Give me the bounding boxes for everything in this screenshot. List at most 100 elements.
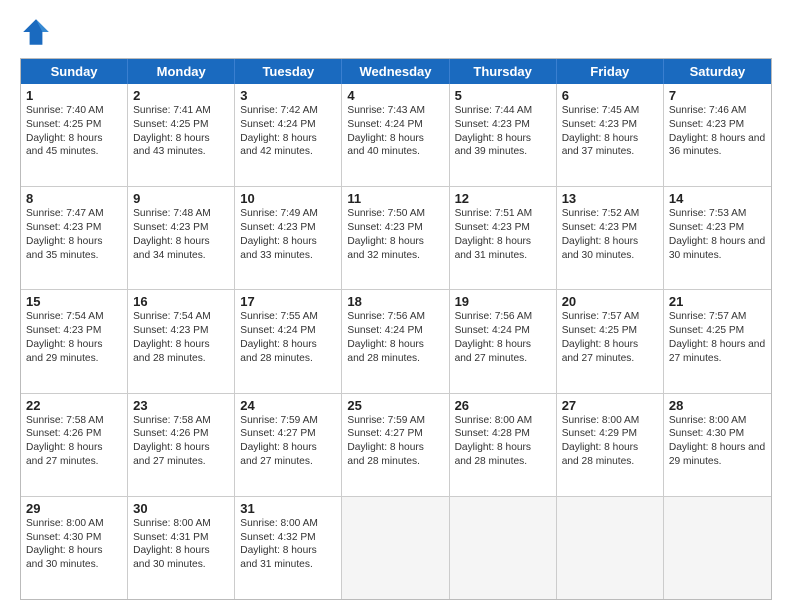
calendar-cell: 19Sunrise: 7:56 AMSunset: 4:24 PMDayligh… (450, 290, 557, 392)
cell-info-line: Daylight: 8 hours and 43 minutes. (133, 132, 229, 160)
cell-info-line: Sunrise: 7:54 AM (133, 310, 229, 324)
day-number: 8 (26, 191, 122, 206)
cell-info-line: Daylight: 8 hours and 27 minutes. (455, 338, 551, 366)
cell-info-line: Daylight: 8 hours and 30 minutes. (562, 235, 658, 263)
cell-info-line: Sunset: 4:24 PM (347, 324, 443, 338)
cell-info-line: Sunset: 4:24 PM (455, 324, 551, 338)
cell-info-line: Sunset: 4:23 PM (240, 221, 336, 235)
cell-info-line: Sunrise: 8:00 AM (455, 414, 551, 428)
day-number: 11 (347, 191, 443, 206)
cell-info-line: Sunrise: 7:59 AM (347, 414, 443, 428)
day-number: 15 (26, 294, 122, 309)
cell-info-line: Sunrise: 7:40 AM (26, 104, 122, 118)
cell-info-line: Sunrise: 7:43 AM (347, 104, 443, 118)
cell-info-line: Sunrise: 7:46 AM (669, 104, 766, 118)
day-number: 1 (26, 88, 122, 103)
cell-info-line: Daylight: 8 hours and 45 minutes. (26, 132, 122, 160)
calendar: SundayMondayTuesdayWednesdayThursdayFrid… (20, 58, 772, 600)
day-number: 5 (455, 88, 551, 103)
weekday-header-saturday: Saturday (664, 59, 771, 84)
calendar-cell: 7Sunrise: 7:46 AMSunset: 4:23 PMDaylight… (664, 84, 771, 186)
cell-info-line: Sunrise: 7:56 AM (455, 310, 551, 324)
cell-info-line: Daylight: 8 hours and 28 minutes. (240, 338, 336, 366)
calendar-cell: 12Sunrise: 7:51 AMSunset: 4:23 PMDayligh… (450, 187, 557, 289)
cell-info-line: Sunset: 4:24 PM (240, 118, 336, 132)
calendar-row-5: 29Sunrise: 8:00 AMSunset: 4:30 PMDayligh… (21, 497, 771, 599)
cell-info-line: Sunrise: 7:44 AM (455, 104, 551, 118)
calendar-cell: 2Sunrise: 7:41 AMSunset: 4:25 PMDaylight… (128, 84, 235, 186)
cell-info-line: Sunrise: 8:00 AM (133, 517, 229, 531)
calendar-cell: 23Sunrise: 7:58 AMSunset: 4:26 PMDayligh… (128, 394, 235, 496)
calendar-cell: 22Sunrise: 7:58 AMSunset: 4:26 PMDayligh… (21, 394, 128, 496)
calendar-row-2: 8Sunrise: 7:47 AMSunset: 4:23 PMDaylight… (21, 187, 771, 290)
cell-info-line: Sunrise: 7:52 AM (562, 207, 658, 221)
cell-info-line: Sunrise: 7:50 AM (347, 207, 443, 221)
cell-info-line: Sunrise: 7:47 AM (26, 207, 122, 221)
day-number: 9 (133, 191, 229, 206)
day-number: 30 (133, 501, 229, 516)
weekday-header-tuesday: Tuesday (235, 59, 342, 84)
calendar-cell: 1Sunrise: 7:40 AMSunset: 4:25 PMDaylight… (21, 84, 128, 186)
calendar-cell: 30Sunrise: 8:00 AMSunset: 4:31 PMDayligh… (128, 497, 235, 599)
weekday-header-thursday: Thursday (450, 59, 557, 84)
calendar-cell: 16Sunrise: 7:54 AMSunset: 4:23 PMDayligh… (128, 290, 235, 392)
cell-info-line: Daylight: 8 hours and 39 minutes. (455, 132, 551, 160)
cell-info-line: Sunset: 4:23 PM (133, 221, 229, 235)
cell-info-line: Daylight: 8 hours and 31 minutes. (455, 235, 551, 263)
calendar-cell: 11Sunrise: 7:50 AMSunset: 4:23 PMDayligh… (342, 187, 449, 289)
calendar-cell: 9Sunrise: 7:48 AMSunset: 4:23 PMDaylight… (128, 187, 235, 289)
cell-info-line: Daylight: 8 hours and 30 minutes. (133, 544, 229, 572)
cell-info-line: Daylight: 8 hours and 29 minutes. (669, 441, 766, 469)
cell-info-line: Sunrise: 7:55 AM (240, 310, 336, 324)
cell-info-line: Sunset: 4:25 PM (562, 324, 658, 338)
day-number: 22 (26, 398, 122, 413)
calendar-row-1: 1Sunrise: 7:40 AMSunset: 4:25 PMDaylight… (21, 84, 771, 187)
calendar-cell: 14Sunrise: 7:53 AMSunset: 4:23 PMDayligh… (664, 187, 771, 289)
cell-info-line: Daylight: 8 hours and 28 minutes. (562, 441, 658, 469)
calendar-body: 1Sunrise: 7:40 AMSunset: 4:25 PMDaylight… (21, 84, 771, 599)
cell-info-line: Sunset: 4:25 PM (669, 324, 766, 338)
day-number: 29 (26, 501, 122, 516)
cell-info-line: Sunset: 4:25 PM (26, 118, 122, 132)
cell-info-line: Sunset: 4:26 PM (133, 427, 229, 441)
calendar-cell: 27Sunrise: 8:00 AMSunset: 4:29 PMDayligh… (557, 394, 664, 496)
weekday-header-friday: Friday (557, 59, 664, 84)
weekday-header-sunday: Sunday (21, 59, 128, 84)
cell-info-line: Daylight: 8 hours and 30 minutes. (26, 544, 122, 572)
cell-info-line: Daylight: 8 hours and 42 minutes. (240, 132, 336, 160)
cell-info-line: Daylight: 8 hours and 36 minutes. (669, 132, 766, 160)
calendar-cell: 25Sunrise: 7:59 AMSunset: 4:27 PMDayligh… (342, 394, 449, 496)
day-number: 17 (240, 294, 336, 309)
cell-info-line: Sunrise: 7:49 AM (240, 207, 336, 221)
cell-info-line: Sunset: 4:32 PM (240, 531, 336, 545)
calendar-cell: 13Sunrise: 7:52 AMSunset: 4:23 PMDayligh… (557, 187, 664, 289)
cell-info-line: Sunrise: 8:00 AM (26, 517, 122, 531)
calendar-cell: 28Sunrise: 8:00 AMSunset: 4:30 PMDayligh… (664, 394, 771, 496)
cell-info-line: Sunset: 4:24 PM (240, 324, 336, 338)
cell-info-line: Daylight: 8 hours and 32 minutes. (347, 235, 443, 263)
cell-info-line: Sunset: 4:26 PM (26, 427, 122, 441)
cell-info-line: Sunset: 4:23 PM (562, 221, 658, 235)
day-number: 21 (669, 294, 766, 309)
cell-info-line: Sunset: 4:23 PM (347, 221, 443, 235)
calendar-cell (342, 497, 449, 599)
day-number: 14 (669, 191, 766, 206)
cell-info-line: Sunrise: 7:59 AM (240, 414, 336, 428)
cell-info-line: Sunrise: 8:00 AM (669, 414, 766, 428)
cell-info-line: Daylight: 8 hours and 28 minutes. (347, 338, 443, 366)
cell-info-line: Daylight: 8 hours and 28 minutes. (347, 441, 443, 469)
cell-info-line: Sunset: 4:23 PM (455, 118, 551, 132)
day-number: 13 (562, 191, 658, 206)
cell-info-line: Daylight: 8 hours and 29 minutes. (26, 338, 122, 366)
cell-info-line: Sunrise: 7:57 AM (562, 310, 658, 324)
cell-info-line: Sunrise: 8:00 AM (240, 517, 336, 531)
cell-info-line: Daylight: 8 hours and 31 minutes. (240, 544, 336, 572)
day-number: 16 (133, 294, 229, 309)
cell-info-line: Sunrise: 7:45 AM (562, 104, 658, 118)
calendar-cell: 3Sunrise: 7:42 AMSunset: 4:24 PMDaylight… (235, 84, 342, 186)
logo-icon (20, 16, 52, 48)
day-number: 18 (347, 294, 443, 309)
day-number: 23 (133, 398, 229, 413)
cell-info-line: Daylight: 8 hours and 28 minutes. (133, 338, 229, 366)
day-number: 12 (455, 191, 551, 206)
